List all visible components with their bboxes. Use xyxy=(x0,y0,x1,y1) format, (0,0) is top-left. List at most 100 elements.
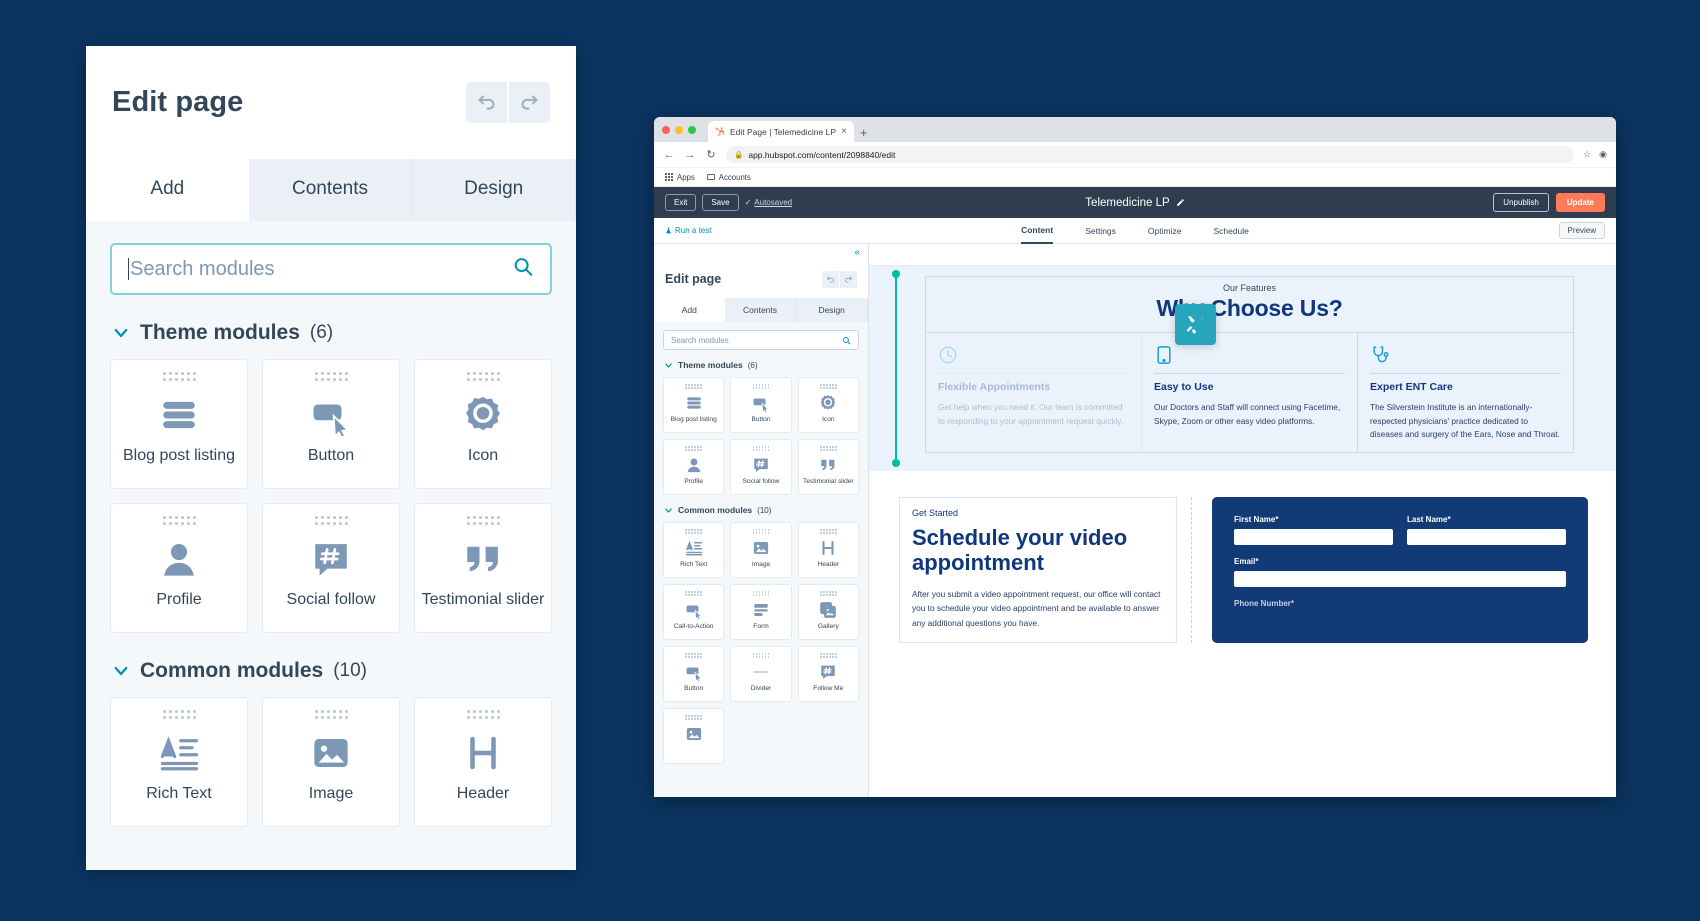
back-button[interactable]: ← xyxy=(663,149,675,161)
inner-module-card-partial[interactable] xyxy=(663,708,725,764)
drag-grip-icon[interactable] xyxy=(162,372,196,381)
browser-tab[interactable]: Edit Page | Telemedicine LP × xyxy=(708,121,854,142)
feature-column-easy-to-use[interactable]: Easy to Use Our Doctors and Staff will c… xyxy=(1142,333,1358,453)
redo-button[interactable] xyxy=(509,82,550,123)
search-modules-field[interactable]: Search modules xyxy=(110,243,552,295)
search-icon[interactable] xyxy=(512,256,534,283)
inner-module-card-blog-post-listing[interactable]: Blog post listing xyxy=(663,377,725,433)
module-card-testimonial-slider[interactable]: Testimonial slider xyxy=(414,503,552,633)
drag-grip-icon[interactable] xyxy=(752,591,770,596)
preview-button[interactable]: Preview xyxy=(1558,222,1605,239)
close-tab-button[interactable]: × xyxy=(841,126,847,137)
inner-tab-add[interactable]: Add xyxy=(654,298,725,322)
inner-module-card-rich-text[interactable]: Rich Text xyxy=(663,522,725,578)
group-header-theme-modules[interactable]: Theme modules (6) xyxy=(112,321,552,345)
drag-grip-icon[interactable] xyxy=(314,516,348,525)
first-name-input[interactable] xyxy=(1234,529,1393,546)
unpublish-button[interactable]: Unpublish xyxy=(1493,193,1549,212)
drag-grip-icon[interactable] xyxy=(685,384,702,389)
tab-design[interactable]: Design xyxy=(412,159,576,221)
inner-module-card-testimonial-slider[interactable]: Testimonial slider xyxy=(797,439,859,495)
inner-module-card-image[interactable]: Image xyxy=(730,522,792,578)
inner-search-input[interactable]: Search modules xyxy=(671,336,729,345)
drag-grip-icon[interactable] xyxy=(162,516,196,525)
nav-tab-schedule[interactable]: Schedule xyxy=(1213,218,1248,244)
address-bar[interactable]: 🔒 app.hubspot.com/content/2098840/edit xyxy=(726,146,1575,163)
collapse-sidebar-button[interactable]: « xyxy=(654,244,868,260)
bookmark-apps[interactable]: Apps xyxy=(665,173,695,182)
group-header-common-modules[interactable]: Common modules (10) xyxy=(112,659,552,683)
last-name-input[interactable] xyxy=(1407,529,1566,546)
inner-group-header-common-modules[interactable]: Common modules (10) xyxy=(664,505,859,515)
search-input[interactable]: Search modules xyxy=(130,258,275,281)
drag-grip-icon[interactable] xyxy=(466,372,500,381)
schedule-section[interactable]: Get Started Schedule your video appointm… xyxy=(869,497,1616,644)
drag-grip-icon[interactable] xyxy=(466,516,500,525)
module-card-rich-text[interactable]: Rich Text xyxy=(110,697,248,827)
inner-tab-contents[interactable]: Contents xyxy=(724,298,797,322)
star-icon[interactable]: ☆ xyxy=(1583,149,1591,160)
drag-grip-icon[interactable] xyxy=(752,653,770,658)
nav-tab-content[interactable]: Content xyxy=(1021,218,1054,244)
drag-grip-icon[interactable] xyxy=(752,384,770,389)
close-window-button[interactable] xyxy=(662,125,670,134)
drag-grip-icon[interactable] xyxy=(466,710,500,719)
dragging-module-chip[interactable] xyxy=(1175,304,1216,345)
inner-undo-button[interactable] xyxy=(822,270,839,288)
inner-module-card-header[interactable]: Header xyxy=(797,522,859,578)
drag-grip-icon[interactable] xyxy=(314,372,348,381)
bookmark-accounts[interactable]: Accounts xyxy=(706,173,751,182)
module-card-blog-post-listing[interactable]: Blog post listing xyxy=(110,359,248,489)
module-card-social-follow[interactable]: Social follow xyxy=(262,503,400,633)
drag-grip-icon[interactable] xyxy=(820,653,837,658)
save-button[interactable]: Save xyxy=(702,194,739,211)
undo-button[interactable] xyxy=(466,82,507,123)
appointment-form[interactable]: First Name* Last Name* Email* Phone Numb… xyxy=(1212,497,1588,644)
drag-grip-icon[interactable] xyxy=(162,710,196,719)
account-circle-icon[interactable]: ◉ xyxy=(1599,149,1607,160)
tab-add[interactable]: Add xyxy=(86,159,249,221)
nav-tab-settings[interactable]: Settings xyxy=(1085,218,1116,244)
maximize-window-button[interactable] xyxy=(688,125,696,134)
module-card-profile[interactable]: Profile xyxy=(110,503,248,633)
window-controls[interactable] xyxy=(662,117,702,142)
inner-module-card-follow-me[interactable]: Follow Me xyxy=(797,646,859,702)
drag-grip-icon[interactable] xyxy=(752,446,770,451)
inner-tab-design[interactable]: Design xyxy=(796,298,869,322)
drag-grip-icon[interactable] xyxy=(314,710,348,719)
drag-grip-icon[interactable] xyxy=(820,529,837,534)
email-input[interactable] xyxy=(1234,571,1566,588)
autosaved-label[interactable]: Autosaved xyxy=(754,198,792,207)
inner-module-card-icon[interactable]: Icon xyxy=(797,377,859,433)
drag-grip-icon[interactable] xyxy=(685,529,702,534)
drag-grip-icon[interactable] xyxy=(752,529,770,534)
module-card-button[interactable]: Button xyxy=(262,359,400,489)
schedule-copy-module[interactable]: Get Started Schedule your video appointm… xyxy=(899,497,1177,644)
module-card-icon[interactable]: Icon xyxy=(414,359,552,489)
inner-module-card-profile[interactable]: Profile xyxy=(663,439,725,495)
drag-grip-icon[interactable] xyxy=(820,384,837,389)
search-icon[interactable] xyxy=(842,336,851,345)
feature-column-flexible-appointments[interactable]: Flexible Appointments Get help when you … xyxy=(926,333,1142,453)
inner-module-card-call-to-action[interactable]: Call-to-Action xyxy=(663,584,725,640)
page-preview-canvas[interactable]: Our Features Why Choose Us? Flexible App… xyxy=(869,244,1616,797)
drag-grip-icon[interactable] xyxy=(820,446,837,451)
drag-grip-icon[interactable] xyxy=(685,591,702,596)
drag-grip-icon[interactable] xyxy=(820,591,837,596)
inner-module-card-button[interactable]: Button xyxy=(730,377,792,433)
inner-module-card-divider[interactable]: Divider xyxy=(730,646,792,702)
inner-module-card-social-follow[interactable]: Social follow xyxy=(730,439,792,495)
new-tab-button[interactable]: + xyxy=(860,125,868,142)
inner-module-card-form[interactable]: Form xyxy=(730,584,792,640)
inner-module-card-gallery[interactable]: Gallery xyxy=(797,584,859,640)
feature-column-expert-ent-care[interactable]: Expert ENT Care The Silverstein Institut… xyxy=(1358,333,1573,452)
drag-grip-icon[interactable] xyxy=(685,653,702,658)
inner-group-header-theme-modules[interactable]: Theme modules (6) xyxy=(664,360,859,370)
module-card-header[interactable]: Header xyxy=(414,697,552,827)
drag-grip-icon[interactable] xyxy=(685,715,702,720)
minimize-window-button[interactable] xyxy=(675,125,683,134)
inner-module-card-button-common[interactable]: Button xyxy=(663,646,725,702)
forward-button[interactable]: → xyxy=(684,149,696,161)
update-button[interactable]: Update xyxy=(1555,193,1605,212)
exit-button[interactable]: Exit xyxy=(665,194,697,211)
